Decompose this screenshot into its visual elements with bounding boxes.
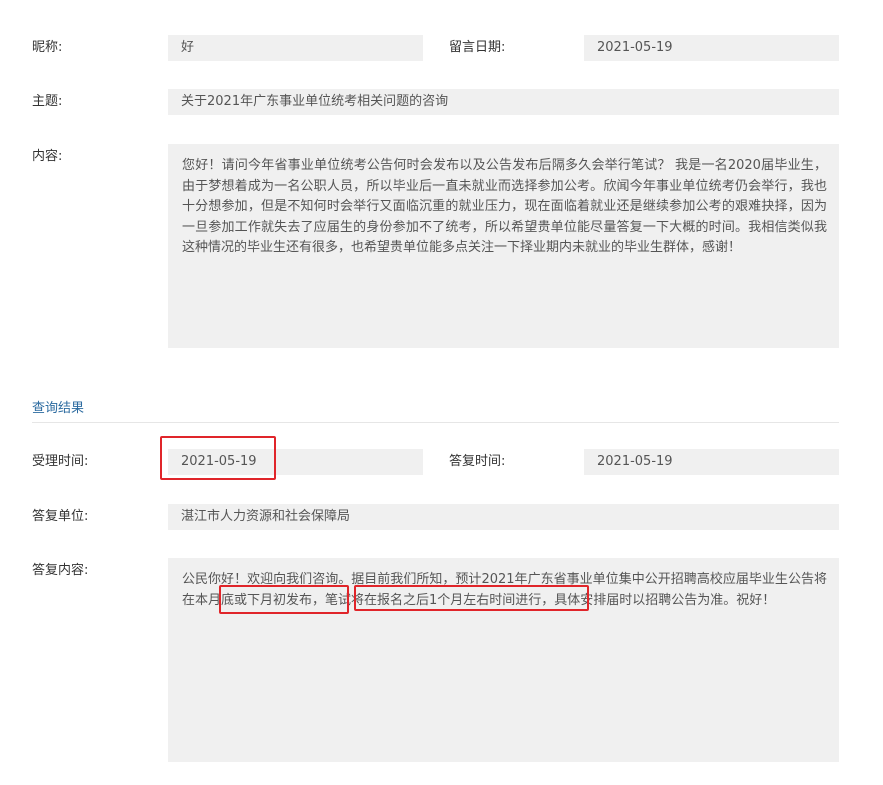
content-textarea: 您好！请问今年省事业单位统考公告何时会发布以及公告发布后隔多久会举行笔试？ 我是…: [168, 144, 839, 348]
accept-time-label: 受理时间:: [32, 454, 89, 469]
accept-time-field: 2021-05-19: [168, 449, 423, 475]
content-label: 内容:: [32, 149, 63, 164]
nickname-label: 昵称:: [32, 40, 63, 55]
reply-time-label: 答复时间:: [449, 454, 506, 469]
query-result-title: 查询结果: [32, 401, 85, 416]
reply-unit-label: 答复单位:: [32, 509, 89, 524]
nickname-field: 好: [168, 35, 423, 61]
date-label: 留言日期:: [449, 40, 506, 55]
section-divider: [32, 422, 839, 423]
reply-content-label: 答复内容:: [32, 563, 89, 578]
reply-content-textarea: 公民你好！欢迎向我们咨询。据目前我们所知，预计2021年广东省事业单位集中公开招…: [168, 558, 839, 762]
reply-unit-field: 湛江市人力资源和社会保障局: [168, 504, 839, 530]
reply-time-field: 2021-05-19: [584, 449, 839, 475]
subject-label: 主题:: [32, 94, 63, 109]
subject-field: 关于2021年广东事业单位统考相关问题的咨询: [168, 89, 839, 115]
message-date-field: 2021-05-19: [584, 35, 839, 61]
